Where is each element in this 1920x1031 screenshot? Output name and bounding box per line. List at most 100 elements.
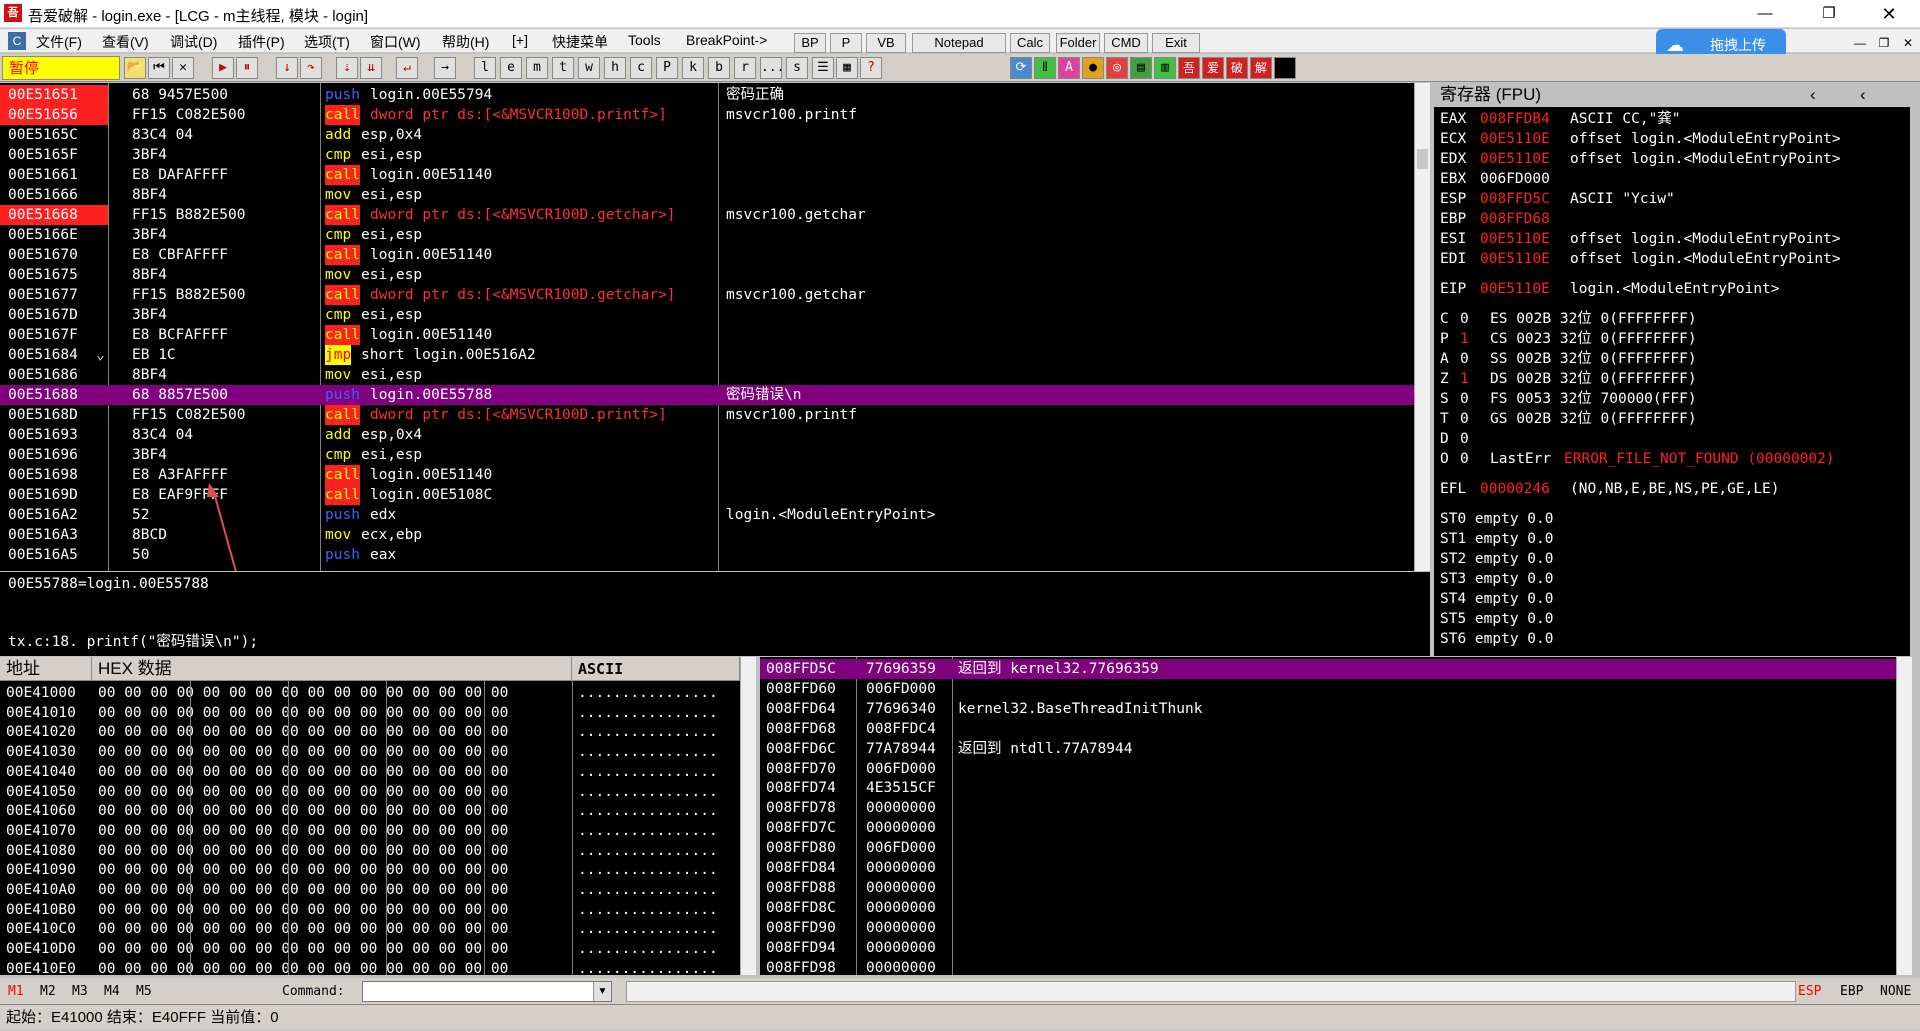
- menu-item[interactable]: 插件(P): [238, 32, 285, 52]
- dump-scrollbar[interactable]: [740, 657, 756, 975]
- toolbar-letter-button[interactable]: w: [578, 57, 600, 79]
- stack-row[interactable]: 008FFD5C 77696359 返回到 kernel32.77696359: [760, 659, 1896, 679]
- register-row[interactable]: ECX 00E5110E offset login.<ModuleEntryPoin…: [1440, 129, 1910, 149]
- register-row[interactable]: EBX 006FD000: [1440, 169, 1910, 189]
- menu-item[interactable]: 选项(T): [304, 32, 350, 52]
- plugin-a-icon[interactable]: A: [1058, 57, 1080, 79]
- refresh-icon[interactable]: ⟳: [1010, 57, 1032, 79]
- open-icon[interactable]: 📂: [124, 57, 146, 79]
- flag-value[interactable]: 0: [1460, 429, 1480, 449]
- rewind-icon[interactable]: ⏮: [148, 57, 170, 79]
- disasm-row[interactable]: 00E51693 83C4 04 add esp,0x4: [0, 425, 1414, 445]
- app-menu-icon[interactable]: C: [8, 32, 26, 50]
- dump-row[interactable]: 00E41040 00 00 00 00 00 00 00 00 00 00 00…: [0, 762, 740, 782]
- plugin-table-icon[interactable]: ▥: [1154, 57, 1176, 79]
- plugin-calc-icon[interactable]: ▤: [1130, 57, 1152, 79]
- reg-value[interactable]: 008FFDB4: [1480, 109, 1566, 129]
- disasm-row[interactable]: 00E5166E 3BF4 cmp esi,esp: [0, 225, 1414, 245]
- flag-row[interactable]: Z 1 DS 002B 32位 0(FFFFFFFF): [1440, 369, 1910, 389]
- menu-item[interactable]: 快捷菜单: [552, 32, 608, 52]
- stack-row[interactable]: 008FFD90 00000000: [760, 918, 1896, 938]
- mdi-restore-icon[interactable]: ❐: [1872, 29, 1896, 57]
- command-input[interactable]: ▼: [362, 981, 612, 1002]
- plugin-jie-icon[interactable]: 解: [1250, 57, 1272, 79]
- reg-value[interactable]: 00E5110E: [1480, 279, 1566, 299]
- scroll-thumb[interactable]: [1417, 149, 1428, 169]
- stack-row[interactable]: 008FFD88 00000000: [760, 878, 1896, 898]
- none-button[interactable]: NONE: [1880, 984, 1911, 999]
- menu-item[interactable]: [+]: [512, 32, 528, 48]
- disasm-row[interactable]: 00E5167F E8 BCFAFFFF call login.00E51140: [0, 325, 1414, 345]
- menu-tool-button[interactable]: BP: [794, 33, 826, 53]
- dump-row[interactable]: 00E41020 00 00 00 00 00 00 00 00 00 00 00…: [0, 722, 740, 742]
- disasm-scrollbar[interactable]: [1414, 83, 1430, 571]
- toolbar-letter-button[interactable]: h: [604, 57, 626, 79]
- stack-row[interactable]: 008FFD80 006FD000: [760, 838, 1896, 858]
- stack-row[interactable]: 008FFD94 00000000: [760, 938, 1896, 958]
- dump-header-ascii[interactable]: ASCII: [572, 657, 740, 681]
- disasm-row[interactable]: 00E5168D FF15 C082E500 call dword ptr ds:[<…: [0, 405, 1414, 425]
- stack-row[interactable]: 008FFD60 006FD000: [760, 679, 1896, 699]
- menu-tool-button[interactable]: Notepad: [912, 33, 1006, 53]
- ebp-button[interactable]: EBP: [1840, 984, 1863, 999]
- reg-value[interactable]: 00000246: [1480, 479, 1566, 499]
- menu-tool-button[interactable]: CMD: [1104, 33, 1148, 53]
- disasm-row[interactable]: 00E51684 EB 1C ⌄ jmp short login.00E516A2: [0, 345, 1414, 365]
- stack-row[interactable]: 008FFD70 006FD000: [760, 759, 1896, 779]
- stack-pane[interactable]: 008FFD5C 77696359 返回到 kernel32.77696359 008…: [760, 657, 1896, 975]
- plugin-black-icon[interactable]: [1274, 57, 1296, 79]
- menu-item[interactable]: Tools: [628, 32, 661, 48]
- flag-value[interactable]: 1: [1460, 329, 1480, 349]
- disasm-row[interactable]: 00E51666 8BF4 mov esi,esp: [0, 185, 1414, 205]
- reg-value[interactable]: 008FFD68: [1480, 209, 1566, 229]
- flag-row[interactable]: A 0 SS 002B 32位 0(FFFFFFFF): [1440, 349, 1910, 369]
- chevron-down-icon[interactable]: ▼: [593, 982, 611, 1001]
- disasm-row[interactable]: 00E51677 FF15 B882E500 call dword ptr ds:[<…: [0, 285, 1414, 305]
- stack-row[interactable]: 008FFD74 4E3515CF: [760, 778, 1896, 798]
- register-row[interactable]: EDX 00E5110E offset login.<ModuleEntryPoin…: [1440, 149, 1910, 169]
- list-icon[interactable]: ☰: [812, 57, 834, 79]
- reg-value[interactable]: 00E5110E: [1480, 129, 1566, 149]
- disasm-row[interactable]: 00E5167D 3BF4 cmp esi,esp: [0, 305, 1414, 325]
- dump-row[interactable]: 00E410E0 00 00 00 00 00 00 00 00 00 00 00…: [0, 959, 740, 975]
- menu-tool-button[interactable]: Exit: [1152, 33, 1200, 53]
- dump-row[interactable]: 00E41090 00 00 00 00 00 00 00 00 00 00 00…: [0, 860, 740, 880]
- memory-bookmark-button[interactable]: M2: [40, 984, 56, 999]
- stack-row[interactable]: 008FFD84 00000000: [760, 858, 1896, 878]
- memory-bookmark-button[interactable]: M3: [72, 984, 88, 999]
- execute-till-return-icon[interactable]: ↵: [396, 57, 418, 79]
- disasm-row[interactable]: 00E51675 8BF4 mov esi,esp: [0, 265, 1414, 285]
- flag-value[interactable]: 0: [1460, 309, 1480, 329]
- menu-tool-button[interactable]: P: [830, 33, 862, 53]
- stack-scrollbar[interactable]: [1896, 657, 1912, 975]
- memory-bookmark-button[interactable]: M4: [104, 984, 120, 999]
- register-efl[interactable]: EFL 00000246 (NO,NB,E,BE,NS,PE,GE,LE): [1440, 479, 1910, 499]
- memory-bookmark-button[interactable]: M1: [8, 984, 24, 999]
- menu-tool-button[interactable]: Folder: [1056, 33, 1100, 53]
- disasm-row[interactable]: 00E5165F 3BF4 cmp esi,esp: [0, 145, 1414, 165]
- register-row[interactable]: EAX 008FFDB4 ASCII CC,"龚": [1440, 109, 1910, 129]
- help-icon[interactable]: ?: [860, 57, 882, 79]
- dump-row[interactable]: 00E41070 00 00 00 00 00 00 00 00 00 00 00…: [0, 821, 740, 841]
- menu-tool-button[interactable]: Calc: [1010, 33, 1050, 53]
- menu-item[interactable]: 文件(F): [36, 32, 82, 52]
- trace-over-icon[interactable]: ⇊: [360, 57, 382, 79]
- toolbar-letter-button[interactable]: ...: [760, 57, 784, 79]
- menu-tool-button[interactable]: VB: [866, 33, 906, 53]
- stack-row[interactable]: 008FFD64 77696340 kernel32.BaseThreadInitT…: [760, 699, 1896, 719]
- menu-item[interactable]: 调试(D): [170, 32, 217, 52]
- memory-bookmark-button[interactable]: M5: [136, 984, 152, 999]
- reg-value[interactable]: 006FD000: [1480, 169, 1566, 189]
- dump-row[interactable]: 00E410B0 00 00 00 00 00 00 00 00 00 00 00…: [0, 900, 740, 920]
- pause-icon[interactable]: ⏸: [236, 57, 258, 79]
- reg-value[interactable]: 00E5110E: [1480, 249, 1566, 269]
- reg-value[interactable]: 00E5110E: [1480, 229, 1566, 249]
- reg-value[interactable]: 008FFD5C: [1480, 189, 1566, 209]
- dump-row[interactable]: 00E41060 00 00 00 00 00 00 00 00 00 00 00…: [0, 801, 740, 821]
- register-row[interactable]: EBP 008FFD68: [1440, 209, 1910, 229]
- disasm-row[interactable]: 00E51668 FF15 B882E500 call dword ptr ds:[<…: [0, 205, 1414, 225]
- trace-into-icon[interactable]: ⇣: [336, 57, 358, 79]
- dump-row[interactable]: 00E41050 00 00 00 00 00 00 00 00 00 00 00…: [0, 782, 740, 802]
- menu-item[interactable]: 查看(V): [102, 32, 149, 52]
- grid-icon[interactable]: ▦: [836, 57, 858, 79]
